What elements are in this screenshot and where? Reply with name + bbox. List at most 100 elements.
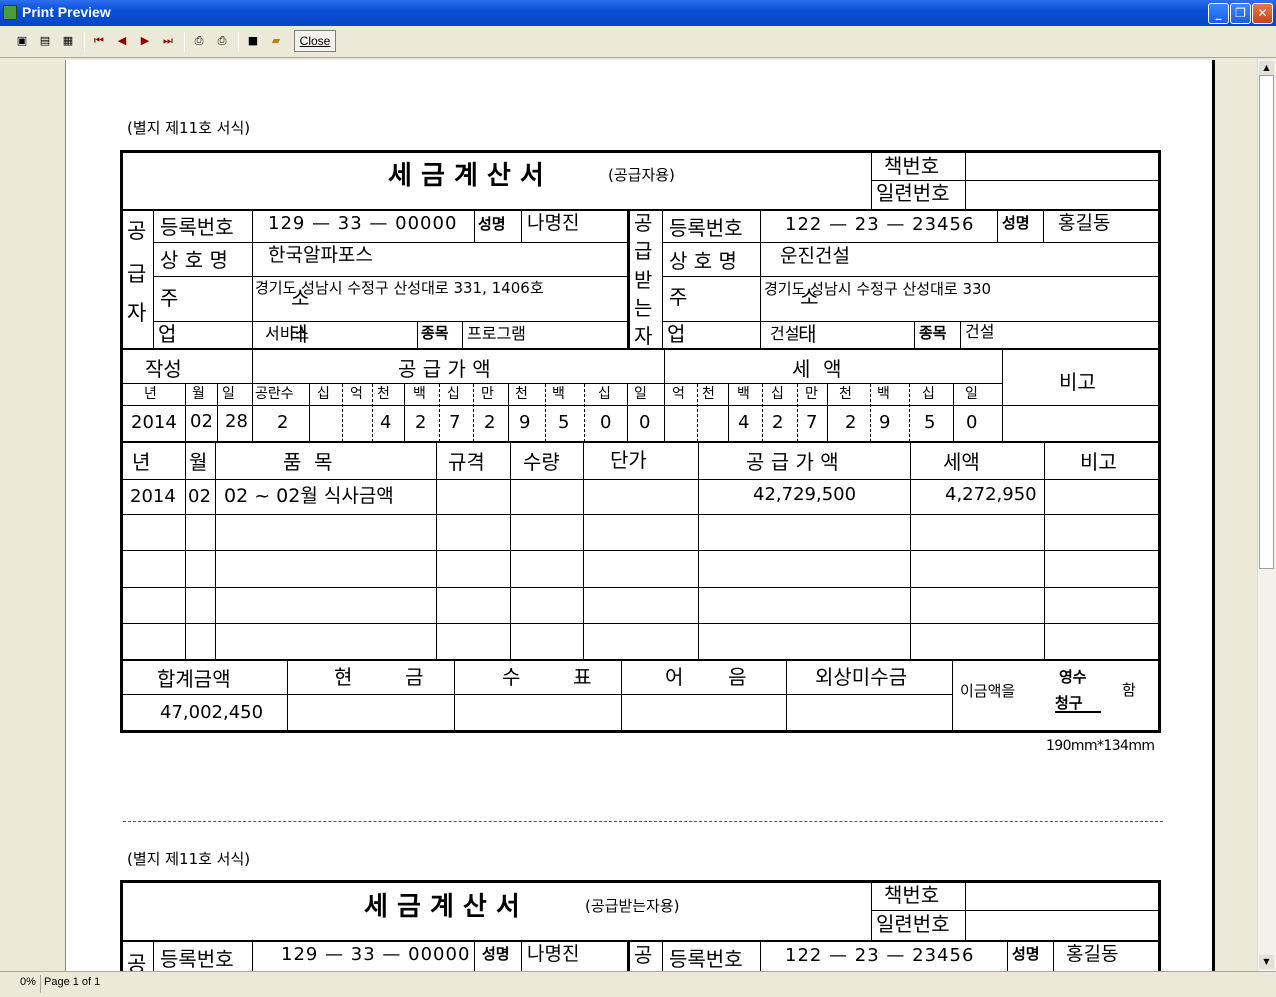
line-supply: 42,729,500: [753, 484, 857, 505]
grid-line: [627, 384, 628, 442]
thumbnail-icon[interactable]: ▦: [60, 33, 76, 49]
single-page-icon[interactable]: ▣: [14, 33, 30, 49]
open-folder-icon[interactable]: ▰: [268, 33, 284, 49]
maximize-button[interactable]: ❐: [1230, 3, 1251, 24]
line-tax: 4,272,950: [945, 484, 1037, 505]
tax-amount-label: 세 액: [792, 357, 842, 381]
table-border: [120, 880, 1161, 883]
multi-page-icon[interactable]: ▤: [37, 33, 53, 49]
cut-line: [123, 821, 1163, 822]
grid-line: [120, 587, 1161, 588]
written-month: 02: [190, 411, 213, 432]
grid-line: [120, 940, 1161, 942]
form-number: (별지 제11호 서식): [127, 850, 251, 868]
item-name-head: 품 목: [283, 450, 333, 474]
close-preview-button[interactable]: Close: [294, 30, 336, 52]
tax-digit: 2: [845, 412, 857, 433]
serial-no-label: 일련번호: [876, 912, 950, 936]
dashed-line: [439, 384, 440, 442]
item-supply-head: 공 급 가 액: [746, 450, 839, 474]
zoom-level: 0%: [20, 976, 36, 988]
grid-line: [786, 660, 787, 731]
grid-line: [871, 910, 1159, 911]
supply-digit: 9: [519, 412, 531, 433]
toolbar-separator: [184, 32, 185, 52]
print-icon[interactable]: ⎙: [214, 33, 230, 49]
grid-line: [153, 276, 628, 277]
tax-digit-head: 만: [805, 386, 818, 402]
grid-line: [462, 321, 463, 349]
book-no-label: 책번호: [884, 154, 940, 178]
grid-line: [952, 660, 953, 731]
supply-amount-label: 공 급 가 액: [398, 357, 491, 381]
prev-page-icon[interactable]: ◀: [114, 33, 130, 49]
grid-line: [120, 479, 1161, 480]
save-icon[interactable]: ■: [245, 33, 261, 49]
supplier-side-label: 자: [127, 301, 147, 325]
tax-digit: 5: [924, 412, 936, 433]
written-month-head: 월: [192, 386, 205, 402]
supply-digit: 0: [639, 412, 651, 433]
scroll-thumb[interactable]: [1259, 75, 1274, 569]
page-indicator: Page 1 of 1: [44, 976, 101, 988]
grid-line: [621, 660, 622, 731]
supply-digit: 0: [600, 412, 612, 433]
grid-line: [910, 442, 911, 660]
form-size: 190mm*134mm: [1046, 738, 1155, 754]
minimize-button[interactable]: _: [1208, 3, 1229, 24]
scroll-up-icon[interactable]: ▲: [1259, 61, 1274, 75]
invoice-title: 세 금 계 산 서: [388, 161, 544, 191]
print-setup-icon[interactable]: ⎙: [191, 33, 207, 49]
first-page-icon[interactable]: ⏮: [91, 33, 107, 49]
toolbar: ▣ ▤ ▦ ⏮ ◀ ▶ ⏭ ⎙ ⎙ ■ ▰ Close: [0, 26, 1276, 58]
supplier-side-label: 급: [127, 262, 147, 286]
supplier-company-label: 상 호 명: [160, 248, 228, 272]
grid-line: [914, 321, 915, 349]
supplier-reg-no: 129 — 33 — 00000: [268, 213, 458, 234]
supplier-name-label: 성명: [482, 945, 510, 963]
supply-digit-head: 십: [447, 386, 460, 402]
grid-line: [120, 623, 1161, 624]
grid-line: [521, 210, 522, 243]
written-label: 작성: [145, 357, 182, 381]
receiver-side-label: 자: [634, 324, 653, 348]
page-shadow: [1212, 60, 1215, 972]
tax-digit-head: 억: [672, 386, 685, 402]
last-page-icon[interactable]: ⏭: [160, 33, 176, 49]
receiver-item: 건설: [965, 322, 995, 341]
grid-line: [454, 660, 455, 731]
table-border: [120, 150, 1161, 153]
next-page-icon[interactable]: ▶: [137, 33, 153, 49]
credit-label: 외상미수금: [815, 665, 907, 689]
supply-digit-head: 공란수: [255, 386, 294, 402]
supply-digit-head: 일: [634, 386, 647, 402]
total-amount: 47,002,450: [160, 702, 264, 723]
close-window-button[interactable]: ✕: [1252, 3, 1273, 24]
status-separator: [40, 975, 41, 993]
dashed-line: [797, 384, 798, 442]
item-year-head: 년: [132, 450, 151, 474]
title-bar: Print Preview _ ❐ ✕: [0, 0, 1276, 26]
grid-line: [120, 405, 1161, 406]
grid-line: [997, 210, 998, 243]
receiver-item-label: 종목: [919, 324, 947, 342]
supply-digit: 2: [484, 412, 496, 433]
tax-digit: 2: [772, 412, 784, 433]
grid-line: [252, 941, 253, 971]
receiver-reg-no: 122 — 23 — 23456: [785, 214, 975, 235]
grid-line: [185, 384, 186, 442]
cash-label: 현 금: [334, 665, 424, 689]
claim-label: 청구: [1055, 696, 1101, 713]
blank-count: 2: [277, 412, 289, 433]
grid-line: [698, 442, 699, 660]
grid-line: [1044, 442, 1045, 660]
receiver-reg-no: 122 — 23 — 23456: [785, 945, 975, 966]
written-day-head: 일: [222, 386, 235, 402]
tax-digit-head: 십: [922, 386, 935, 402]
grid-line: [287, 660, 288, 731]
grid-line: [153, 242, 628, 243]
grid-line: [583, 442, 584, 660]
tax-digit-head: 백: [737, 386, 750, 402]
scroll-down-icon[interactable]: ▼: [1259, 955, 1274, 969]
grid-line: [120, 514, 1161, 515]
